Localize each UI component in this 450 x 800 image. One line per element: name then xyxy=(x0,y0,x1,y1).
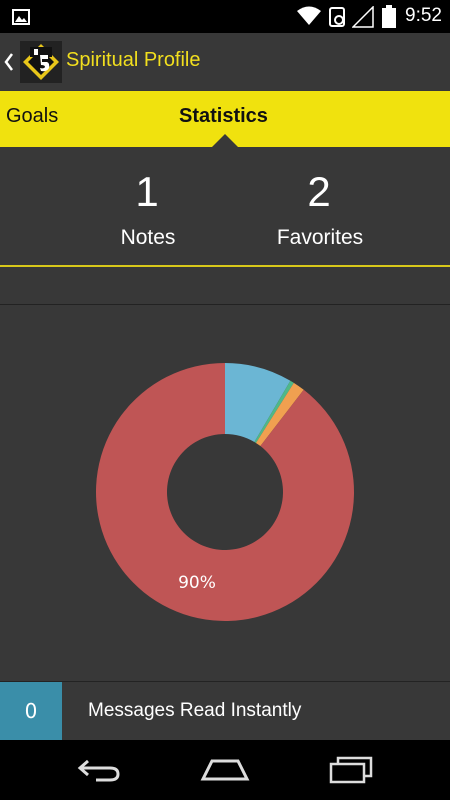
sync-icon xyxy=(329,7,345,27)
favorites-label: Favorites xyxy=(276,226,364,249)
action-bar: Spiritual Profile xyxy=(0,33,450,91)
wifi-icon xyxy=(297,6,321,25)
page-title: Spiritual Profile xyxy=(66,49,201,71)
notes-label: Notes xyxy=(120,226,176,249)
tab-goals[interactable]: Goals xyxy=(6,105,58,128)
back-chevron-icon[interactable] xyxy=(4,52,14,72)
status-bar: 9:52 xyxy=(0,0,450,33)
battery-icon xyxy=(382,5,396,28)
notes-count: 1 xyxy=(135,168,159,215)
tab-statistics[interactable]: Statistics xyxy=(179,105,268,128)
messages-row[interactable]: 0 Messages Read Instantly xyxy=(0,681,450,741)
app-logo-icon[interactable] xyxy=(20,41,62,83)
donut-chart: 90% xyxy=(95,363,354,621)
status-time: 9:52 xyxy=(405,5,442,26)
favorites-count: 2 xyxy=(307,168,331,215)
donut-percent-label: 90% xyxy=(178,573,216,593)
navigation-bar xyxy=(0,740,450,800)
image-notification-icon xyxy=(12,9,30,25)
slice-main xyxy=(95,363,354,621)
home-icon[interactable] xyxy=(200,758,250,782)
messages-label: Messages Read Instantly xyxy=(88,700,302,721)
stats-divider xyxy=(0,265,450,267)
tab-selected-indicator xyxy=(212,134,238,147)
back-icon[interactable] xyxy=(76,757,122,783)
recent-apps-icon[interactable] xyxy=(328,756,374,784)
messages-count-badge: 0 xyxy=(0,682,62,741)
signal-icon xyxy=(352,6,374,28)
